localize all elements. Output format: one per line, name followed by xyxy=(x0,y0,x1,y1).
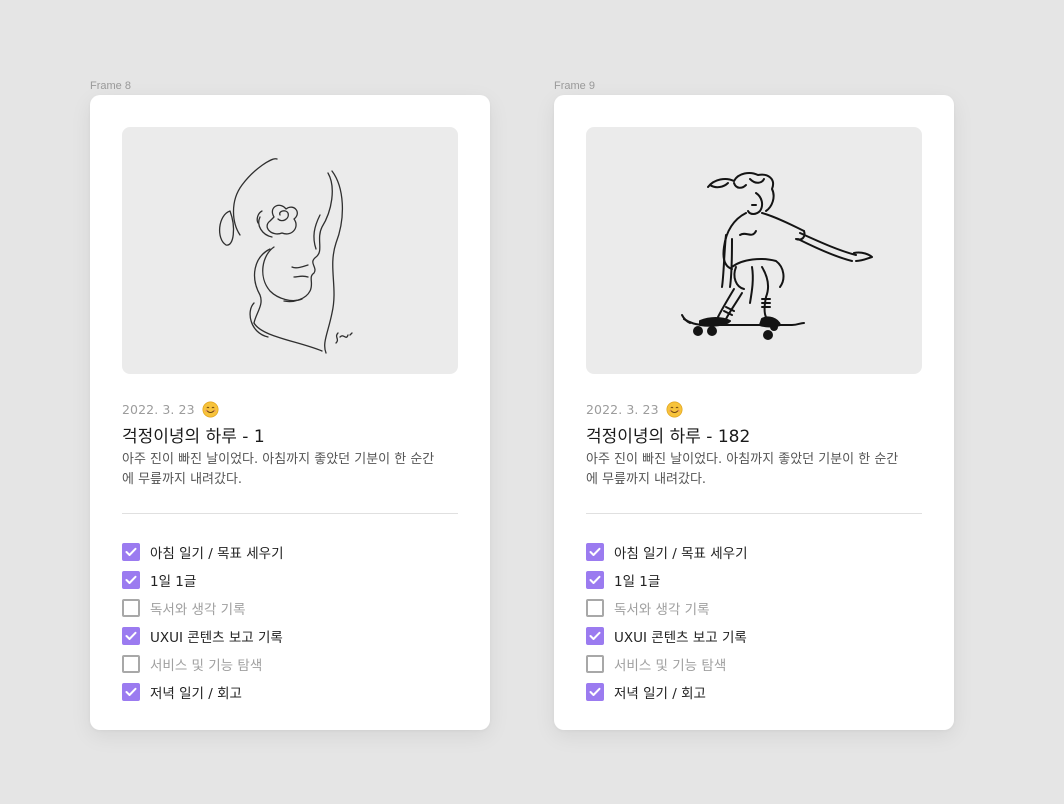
checkbox-unchecked[interactable] xyxy=(122,599,140,617)
smiling-face-icon xyxy=(202,401,219,417)
checklist-label: 독서와 생각 기록 xyxy=(614,602,710,618)
habit-checklist: 아침 일기 / 목표 세우기 1일 1글 독서와 생각 기록 UXUI 콘텐츠 … xyxy=(122,538,284,706)
checkmark-icon xyxy=(589,575,601,584)
habit-checklist: 아침 일기 / 목표 세우기 1일 1글 독서와 생각 기록 UXUI 콘텐츠 … xyxy=(586,538,748,706)
checklist-label: 서비스 및 기능 탐색 xyxy=(150,658,263,674)
checklist-label: 아침 일기 / 목표 세우기 xyxy=(614,546,748,562)
checkmark-icon xyxy=(125,547,137,556)
checklist-item[interactable]: 서비스 및 기능 탐색 xyxy=(586,650,748,678)
checklist-label: 1일 1글 xyxy=(150,574,197,590)
diary-illustration xyxy=(586,127,922,374)
checklist-label: 1일 1글 xyxy=(614,574,661,590)
checkbox-checked[interactable] xyxy=(122,683,140,701)
checkmark-icon xyxy=(125,687,137,696)
checkbox-checked[interactable] xyxy=(122,571,140,589)
checkmark-icon xyxy=(125,631,137,640)
smiling-face-icon xyxy=(666,401,683,417)
date-row: 2022. 3. 23 xyxy=(122,400,219,418)
entry-title: 걱정이녕의 하루 - 1 xyxy=(122,427,265,447)
checklist-item[interactable]: 서비스 및 기능 탐색 xyxy=(122,650,284,678)
divider xyxy=(122,513,458,514)
entry-description: 아주 진이 빠진 날이었다. 아침까지 좋았던 기분이 한 순간 에 무릎까지 … xyxy=(122,450,458,490)
entry-title: 걱정이녕의 하루 - 182 xyxy=(586,427,751,447)
frame-label: Frame 8 xyxy=(90,80,131,92)
divider xyxy=(586,513,922,514)
line-art-face-illustration xyxy=(219,158,353,354)
entry-description: 아주 진이 빠진 날이었다. 아침까지 좋았던 기분이 한 순간 에 무릎까지 … xyxy=(586,450,922,490)
checkmark-icon xyxy=(125,575,137,584)
checklist-label: UXUI 콘텐츠 보고 기록 xyxy=(150,630,283,646)
skateboarder-illustration xyxy=(681,172,873,340)
checkbox-unchecked[interactable] xyxy=(586,655,604,673)
checkbox-checked[interactable] xyxy=(586,627,604,645)
checklist-item[interactable]: 아침 일기 / 목표 세우기 xyxy=(586,538,748,566)
checkbox-unchecked[interactable] xyxy=(586,599,604,617)
checklist-item[interactable]: 독서와 생각 기록 xyxy=(122,594,284,622)
checkmark-icon xyxy=(589,631,601,640)
checklist-item[interactable]: 독서와 생각 기록 xyxy=(586,594,748,622)
description-line: 에 무릎까지 내려갔다. xyxy=(586,472,707,487)
checklist-item[interactable]: UXUI 콘텐츠 보고 기록 xyxy=(586,622,748,650)
date-row: 2022. 3. 23 xyxy=(586,400,683,418)
description-line: 에 무릎까지 내려갔다. xyxy=(122,472,243,487)
checkbox-checked[interactable] xyxy=(586,543,604,561)
checklist-item[interactable]: 1일 1글 xyxy=(122,566,284,594)
checkbox-checked[interactable] xyxy=(586,571,604,589)
checklist-item[interactable]: 1일 1글 xyxy=(586,566,748,594)
checklist-label: 독서와 생각 기록 xyxy=(150,602,246,618)
checklist-label: 아침 일기 / 목표 세우기 xyxy=(150,546,284,562)
checkmark-icon xyxy=(589,547,601,556)
checklist-item[interactable]: 아침 일기 / 목표 세우기 xyxy=(122,538,284,566)
diary-card[interactable]: 2022. 3. 23 걱정이녕의 하루 - 1 아주 진이 빠진 날이었다. … xyxy=(90,95,490,730)
checkbox-unchecked[interactable] xyxy=(122,655,140,673)
diary-illustration xyxy=(122,127,458,374)
frame-label: Frame 9 xyxy=(554,80,595,92)
checkbox-checked[interactable] xyxy=(122,627,140,645)
checkbox-checked[interactable] xyxy=(586,683,604,701)
checkmark-icon xyxy=(589,687,601,696)
checklist-item[interactable]: UXUI 콘텐츠 보고 기록 xyxy=(122,622,284,650)
description-line: 아주 진이 빠진 날이었다. 아침까지 좋았던 기분이 한 순간 xyxy=(122,452,435,467)
diary-card[interactable]: 2022. 3. 23 걱정이녕의 하루 - 182 아주 진이 빠진 날이었다… xyxy=(554,95,954,730)
checklist-item[interactable]: 저녁 일기 / 회고 xyxy=(122,678,284,706)
checklist-label: UXUI 콘텐츠 보고 기록 xyxy=(614,630,747,646)
checkbox-checked[interactable] xyxy=(122,543,140,561)
description-line: 아주 진이 빠진 날이었다. 아침까지 좋았던 기분이 한 순간 xyxy=(586,452,899,467)
checklist-label: 저녁 일기 / 회고 xyxy=(614,686,706,702)
checklist-label: 서비스 및 기능 탐색 xyxy=(614,658,727,674)
entry-date: 2022. 3. 23 xyxy=(122,401,195,417)
checklist-item[interactable]: 저녁 일기 / 회고 xyxy=(586,678,748,706)
entry-date: 2022. 3. 23 xyxy=(586,401,659,417)
checklist-label: 저녁 일기 / 회고 xyxy=(150,686,242,702)
